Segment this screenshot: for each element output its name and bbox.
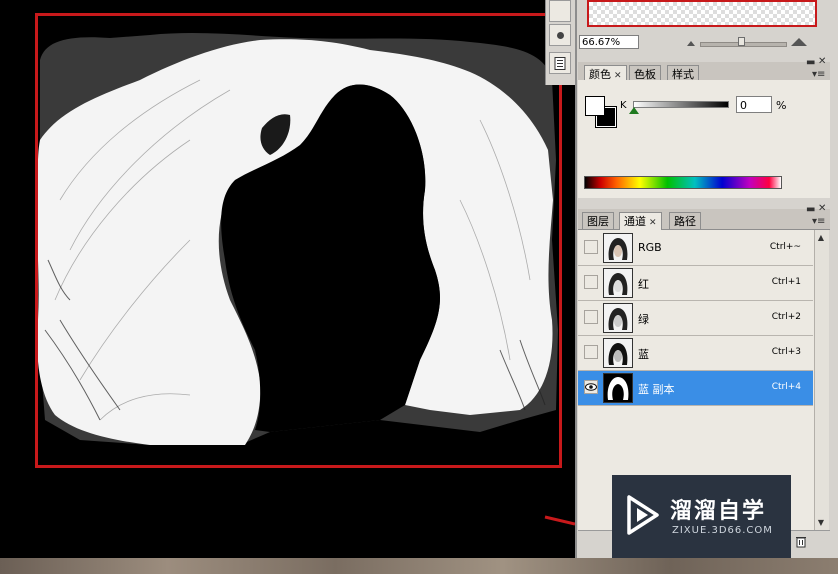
close-icon[interactable]: ✕ [818, 56, 826, 67]
zoom-in-icon[interactable] [790, 37, 808, 47]
channel-row-blue-copy[interactable]: 蓝 副本 Ctrl+4 [578, 371, 813, 406]
play-logo-icon [627, 495, 659, 535]
visibility-toggle[interactable] [584, 275, 598, 289]
channel-shortcut: Ctrl+3 [771, 347, 801, 357]
channels-panel-tabbar [578, 209, 830, 230]
panel-menu-icon[interactable]: ▾≡ [812, 69, 825, 80]
channel-thumbnail [603, 233, 633, 263]
channel-row-blue[interactable]: 蓝 Ctrl+3 [578, 336, 813, 371]
channel-shortcut: Ctrl+2 [771, 312, 801, 322]
history-button[interactable] [549, 52, 571, 74]
close-icon[interactable]: ✕ [649, 218, 657, 228]
k-slider-handle[interactable] [629, 107, 639, 114]
channel-thumbnail [603, 303, 633, 333]
k-unit-label: % [776, 99, 787, 112]
watermark-title: 溜溜自学 [670, 499, 767, 524]
navigator-thumbnail[interactable] [587, 0, 817, 27]
scroll-down-icon[interactable]: ▼ [815, 517, 827, 529]
zoom-out-icon[interactable] [686, 39, 696, 47]
background-photo-strip [0, 558, 838, 574]
channel-thumbnail [603, 338, 633, 368]
tab-channels-label: 通道 [624, 215, 646, 228]
channels-scrollbar[interactable] [814, 230, 829, 530]
brush-preset-button[interactable] [549, 24, 571, 46]
color-spectrum-bar[interactable] [584, 176, 782, 189]
channel-row-red[interactable]: 红 Ctrl+1 [578, 266, 813, 301]
k-channel-label: K [620, 100, 627, 111]
k-slider[interactable] [633, 101, 729, 108]
channel-name: 蓝 [638, 348, 649, 361]
panel-menu-icon[interactable]: ▾≡ [812, 216, 825, 227]
channel-shortcut: Ctrl+4 [771, 382, 801, 392]
zoom-slider-knob[interactable] [738, 37, 745, 46]
channel-row-green[interactable]: 绿 Ctrl+2 [578, 301, 813, 336]
channel-shortcut: Ctrl+~ [769, 242, 801, 252]
minimize-icon[interactable]: ▬ [806, 57, 815, 68]
channel-name: 红 [638, 278, 649, 291]
zoom-level-field[interactable]: 66.67% [579, 35, 639, 49]
channel-shortcut: Ctrl+1 [771, 277, 801, 287]
minimize-icon[interactable]: ▬ [806, 204, 815, 215]
visibility-toggle[interactable] [584, 345, 598, 359]
channel-row-rgb[interactable]: RGB Ctrl+~ [578, 231, 813, 266]
watermark-url: ZIXUE.3D66.COM [672, 525, 773, 536]
close-icon[interactable]: ✕ [818, 203, 826, 214]
tab-layers[interactable]: 图层 [582, 212, 614, 229]
channel-name: 蓝 副本 [638, 383, 675, 396]
tab-channels[interactable]: 通道 ✕ [619, 212, 662, 230]
channel-name: RGB [638, 241, 662, 254]
trash-icon[interactable] [795, 535, 807, 548]
document-list-icon [554, 56, 566, 70]
document-canvas[interactable] [0, 0, 575, 558]
eye-icon [585, 383, 597, 391]
collapsed-panel-strip [545, 0, 576, 85]
channel-thumbnail [603, 268, 633, 298]
scroll-up-icon[interactable]: ▲ [815, 232, 827, 244]
tab-layers-label: 图层 [587, 215, 609, 228]
tab-paths-label: 路径 [674, 215, 696, 228]
channel-name: 绿 [638, 313, 649, 326]
collapsed-panel-button[interactable] [549, 0, 571, 22]
tab-paths[interactable]: 路径 [669, 212, 701, 229]
foreground-color-swatch[interactable] [585, 96, 605, 116]
dot-icon [556, 31, 564, 39]
k-value-field[interactable]: 0 [736, 96, 772, 113]
visibility-toggle[interactable] [584, 240, 598, 254]
channel-thumbnail [603, 373, 633, 403]
visibility-toggle[interactable] [584, 380, 598, 394]
visibility-toggle[interactable] [584, 310, 598, 324]
pointer-line [544, 515, 575, 526]
